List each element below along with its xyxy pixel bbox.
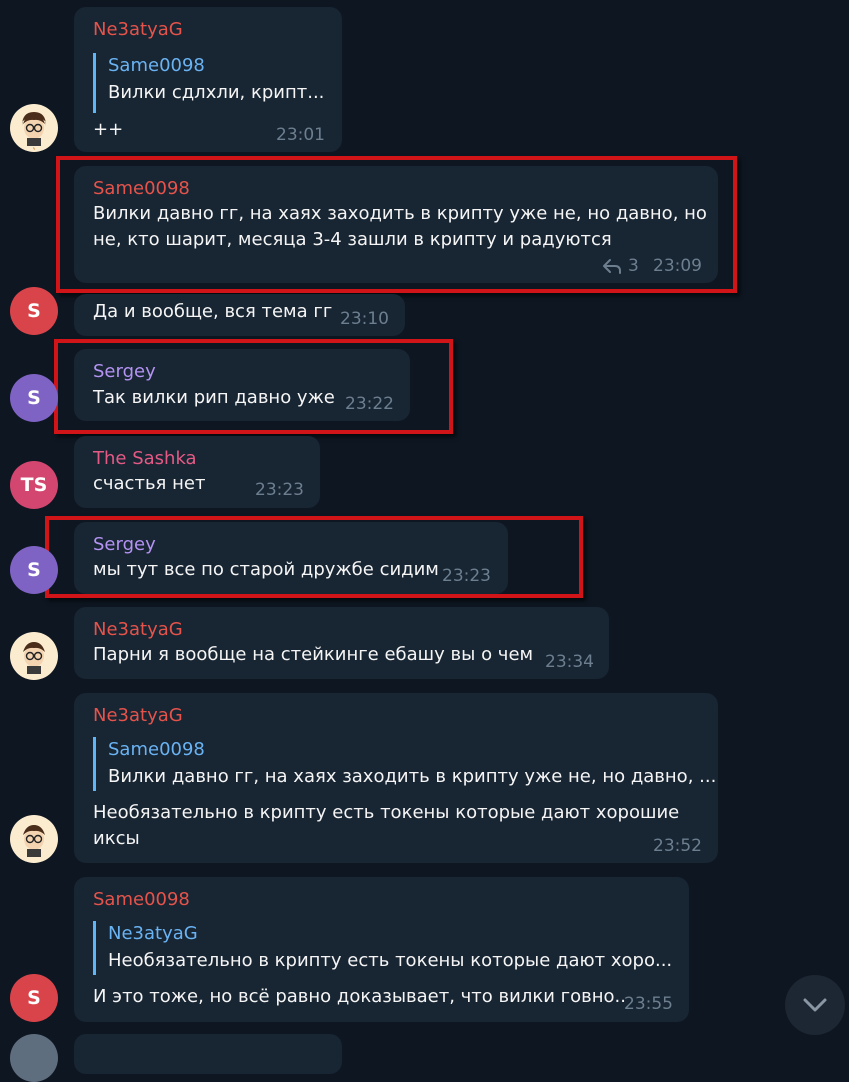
message-text: счастья нет [93,473,206,494]
message-bubble[interactable]: The Sashka счастья нет 23:23 [74,436,320,508]
quote-author: Same0098 [108,55,205,76]
message-time: 23:52 [653,836,702,856]
message-author[interactable]: The Sashka [93,448,197,470]
quote-author: Ne3atyaG [108,923,198,944]
reply-quote[interactable]: Same0098 Вилки давно гг, на хаях заходит… [93,737,716,791]
highlight-box [56,156,737,293]
message-text: Да и вообще, вся тема гг [93,301,333,322]
highlight-box [54,339,453,434]
quote-text: Необязательно в крипту есть токены котор… [108,950,673,971]
message-author[interactable]: Ne3atyaG [93,619,183,641]
message-time: 23:23 [255,480,304,500]
message-author[interactable]: Ne3atyaG [93,705,183,727]
user-avatar[interactable] [10,632,58,680]
user-avatar[interactable]: ᛃ [10,104,58,152]
message-text-line: Необязательно в крипту есть токены котор… [93,802,680,823]
message-text: И это тоже, но всё равно доказывает, что… [93,986,626,1007]
user-avatar[interactable]: S [10,546,58,594]
user-avatar[interactable] [10,815,58,863]
reply-quote[interactable]: Ne3atyaG Необязательно в крипту есть ток… [93,921,672,975]
message-bubble[interactable]: Same0098 Ne3atyaG Необязательно в крипту… [74,877,689,1022]
message-author[interactable]: Same0098 [93,889,190,911]
message-bubble[interactable]: Да и вообще, вся тема гг 23:10 [74,294,405,336]
user-avatar[interactable] [10,1034,58,1082]
quote-text: Вилки сдлхли, крипт... [108,82,325,103]
highlight-box [45,516,583,598]
message-bubble[interactable]: Ne3atyaG Same0098 Вилки давно гг, на хая… [74,693,718,863]
chevron-down-icon [803,998,827,1012]
message-text: Необязательно в крипту есть токены котор… [93,800,679,852]
message-bubble[interactable] [74,1034,342,1074]
message-bubble[interactable]: Ne3atyaG Парни я вообще на стейкинге еба… [74,607,609,679]
svg-text:ᛃ: ᛃ [32,146,35,152]
quote-text: Вилки давно гг, на хаях заходить в крипт… [108,766,717,787]
message-time: 23:01 [276,125,325,145]
message-text: Парни я вообще на стейкинге ебашу вы о ч… [93,644,534,665]
message-time: 23:55 [624,994,673,1014]
scroll-down-button[interactable] [785,975,845,1035]
user-avatar[interactable]: S [10,374,58,422]
cartoon-avatar-icon [23,825,45,857]
message-author[interactable]: Ne3atyaG [93,19,183,41]
user-avatar[interactable]: TS [10,461,58,509]
message-time: 23:34 [545,652,594,672]
message-text-line: иксы [93,828,140,849]
message-bubble[interactable]: Ne3atyaG Same0098 Вилки сдлхли, крипт...… [74,7,342,152]
message-time: 23:10 [340,309,389,329]
user-avatar[interactable]: S [10,974,58,1022]
message-text: ++ [93,119,124,140]
cartoon-avatar-icon: ᛃ [22,112,46,152]
quote-author: Same0098 [108,739,205,760]
reply-quote[interactable]: Same0098 Вилки сдлхли, крипт... [93,53,324,113]
user-avatar[interactable]: S [10,287,58,335]
cartoon-avatar-icon [23,642,45,674]
